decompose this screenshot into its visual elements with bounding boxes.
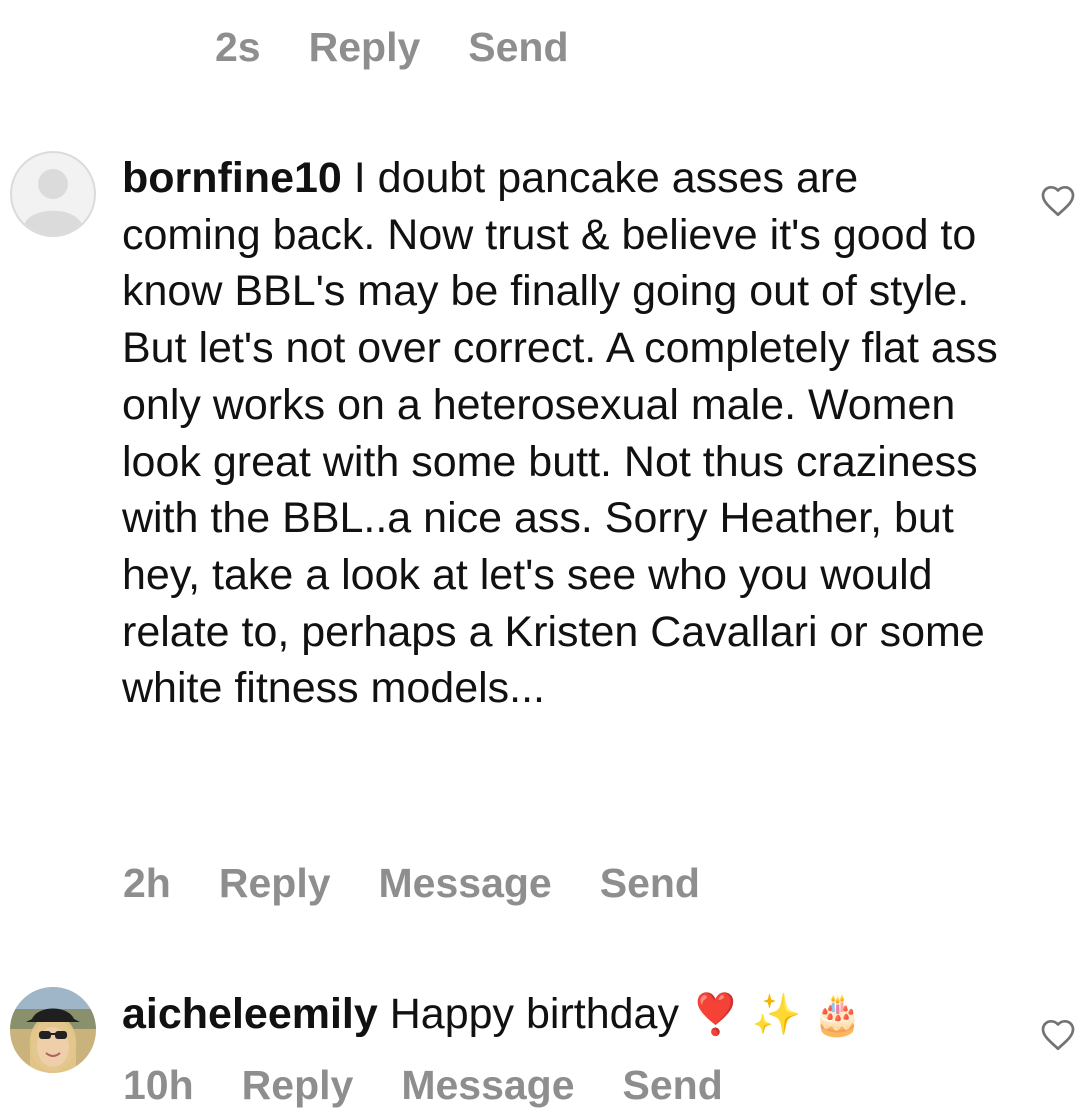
comment-actions: 10h Reply Message Send	[123, 1062, 771, 1109]
send-button[interactable]: Send	[623, 1062, 723, 1109]
comment-username[interactable]: bornfine10	[122, 154, 342, 202]
comment-timestamp: 2s	[215, 24, 261, 70]
heart-outline-icon[interactable]	[1040, 184, 1076, 220]
reply-button[interactable]: Reply	[219, 860, 331, 907]
reply-button[interactable]: Reply	[242, 1062, 354, 1109]
send-button[interactable]: Send	[468, 24, 568, 71]
message-button[interactable]: Message	[401, 1062, 574, 1109]
heart-outline-icon[interactable]	[1040, 1018, 1076, 1054]
message-button[interactable]: Message	[379, 860, 552, 907]
send-button[interactable]: Send	[600, 860, 700, 907]
reply-button[interactable]: Reply	[309, 24, 421, 71]
comment-actions-top: 2s Reply Send	[215, 24, 617, 71]
comment-body: aicheleemily Happy birthday ❣️ ✨ 🎂	[122, 986, 1022, 1044]
comment-timestamp: 10h	[123, 1062, 194, 1108]
comment-username[interactable]: aicheleemily	[122, 990, 378, 1038]
avatar[interactable]	[10, 151, 96, 237]
comment-text: I doubt pancake asses are coming back. N…	[122, 154, 998, 713]
default-avatar-icon	[24, 169, 82, 235]
profile-photo	[10, 987, 96, 1073]
comment-emojis: ❣️ ✨ 🎂	[690, 993, 863, 1037]
comment-timestamp: 2h	[123, 860, 171, 906]
comment-text: Happy birthday	[377, 990, 691, 1038]
comment-actions: 2h Reply Message Send	[123, 860, 748, 907]
comment-body: bornfine10 I doubt pancake asses are com…	[122, 150, 1002, 717]
avatar[interactable]	[10, 987, 96, 1073]
